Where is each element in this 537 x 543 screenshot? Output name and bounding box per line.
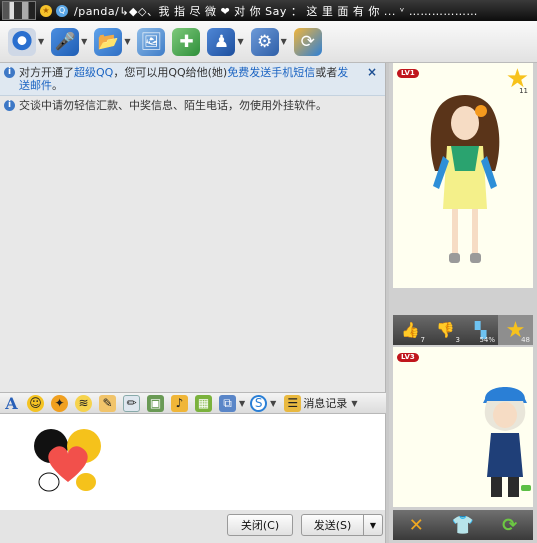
chevron-down-icon[interactable]: ▼: [124, 37, 130, 46]
thumbs-up-button[interactable]: 👍 7: [393, 315, 428, 345]
ratio-value: 54%: [479, 336, 495, 344]
notice-prefix: 对方开通了: [19, 66, 74, 79]
level-badge: LV1: [397, 69, 419, 78]
format-toolbar: A ☺ ✦ ≋ ✎ ✏ ▣ ♪ ▦ ⧉ ▼ S ▼ ☰ 消息记录 ▼: [0, 392, 386, 414]
photo-icon: 🖼: [137, 27, 166, 56]
star-count: 11: [519, 87, 528, 95]
toolbar: ▼ 🎤 ▼ 📂 ▼ 🖼 ✚ ♟ ▼ ⚙ ▼ ⟳: [0, 21, 537, 63]
chevron-down-icon[interactable]: ▼: [270, 399, 276, 408]
settings-button[interactable]: ⚙ ▼: [250, 27, 287, 56]
chevron-down-icon[interactable]: ▼: [81, 37, 87, 46]
contact-avatar-figure: [430, 95, 500, 263]
like-count: 7: [420, 336, 425, 344]
magic-emoticon-icon[interactable]: ✦: [51, 394, 68, 412]
rating-bar: 👍 7 👎 3 ▚ 54% ★ 48: [393, 315, 533, 345]
my-show-panel[interactable]: LV3: [393, 347, 533, 507]
file-transfer-icon: 📂: [94, 27, 123, 56]
emoticon-icon[interactable]: ☺: [27, 394, 44, 412]
security-notice-text: 交谈中请勿轻信汇款、中奖信息、陌生电话，勿使用外挂软件。: [19, 99, 327, 112]
title-bar: ★ Q /panda/↳◆◇、我 指 尽 微 ❤ 对 你 Say ： 这 里 面…: [0, 0, 537, 21]
show-sidebar: LV1 ★ 11 👍 7 👎 3 ▚ 54% ★ 48 LV3 ✕ 👕 ⟳: [389, 63, 537, 543]
chevron-down-icon: ▼: [369, 520, 377, 530]
contact-show-panel[interactable]: LV1 ★ 11: [393, 63, 533, 288]
font-icon[interactable]: A: [3, 394, 20, 413]
level-badge: LV3: [397, 353, 419, 362]
notice-suffix: 。: [52, 79, 63, 92]
soso-icon[interactable]: S: [250, 394, 268, 412]
info-icon: i: [4, 100, 15, 111]
free-sms-link[interactable]: 免费发送手机短信: [227, 66, 315, 79]
chevron-down-icon[interactable]: ▼: [239, 399, 245, 408]
security-notice: i 交谈中请勿轻信汇款、中奖信息、陌生电话，勿使用外挂软件。: [0, 96, 385, 115]
thumbs-up-icon: 👍: [401, 321, 420, 339]
contact-title: /panda/↳◆◇、我 指 尽 微 ❤ 对 你 Say ： 这 里 面 有 你…: [74, 4, 478, 18]
chevron-down-icon[interactable]: ▼: [38, 37, 44, 46]
shake-window-icon[interactable]: ≋: [75, 394, 92, 412]
microphone-icon: 🎤: [51, 27, 80, 56]
contact-avatar[interactable]: [2, 1, 36, 20]
close-button[interactable]: 关闭(C): [227, 514, 293, 536]
photo-button[interactable]: 🖼: [137, 27, 166, 56]
add-contact-icon: ✚: [172, 27, 201, 56]
close-x-icon[interactable]: ✕: [404, 513, 428, 537]
qq-icon: Q: [56, 4, 68, 17]
game-icon: ♟: [207, 27, 236, 56]
scribble-icon[interactable]: ✎: [99, 394, 116, 412]
refresh-icon[interactable]: ⟳: [498, 513, 522, 537]
clothes-icon[interactable]: 👕: [451, 513, 475, 537]
music-icon[interactable]: ♪: [171, 394, 188, 412]
star-button[interactable]: ★ 48: [498, 315, 533, 345]
webcam-icon: [8, 27, 36, 56]
doodle-icon[interactable]: ✏: [123, 394, 140, 412]
close-notice-icon[interactable]: ×: [367, 66, 377, 79]
notice-middle: ，您可以用QQ给他(她): [113, 66, 228, 79]
chevron-down-icon[interactable]: ▼: [281, 37, 287, 46]
couple-emoticon-image: [34, 429, 101, 492]
super-qq-link[interactable]: 超级QQ: [74, 66, 113, 79]
notice-text: 对方开通了超级QQ，您可以用QQ给他(她)免费发送手机短信或者发送邮件。: [19, 66, 359, 92]
chevron-down-icon: ▼: [351, 398, 358, 408]
remote-button[interactable]: ⟳: [293, 27, 322, 56]
star-icon: ★: [40, 4, 52, 17]
message-history-button[interactable]: ☰ 消息记录 ▼: [284, 394, 358, 412]
send-options-button[interactable]: ▼: [363, 514, 383, 536]
notice-conj: 或者: [315, 66, 338, 79]
screenshot-icon[interactable]: ⧉: [219, 394, 236, 412]
bottom-bar: 关闭(C) 发送(S) ▼: [0, 510, 386, 543]
image-icon[interactable]: ▣: [147, 394, 164, 412]
file-transfer-button[interactable]: 📂 ▼: [94, 27, 130, 56]
info-icon: i: [4, 67, 15, 78]
message-history-label: 消息记录: [303, 397, 348, 410]
thumbs-down-button[interactable]: 👎 3: [428, 315, 463, 345]
voice-button[interactable]: 🎤 ▼: [51, 27, 87, 56]
game-button[interactable]: ♟ ▼: [207, 27, 244, 56]
thumbs-down-icon: 👎: [436, 321, 455, 339]
show-actions-bar: ✕ 👕 ⟳: [393, 510, 533, 540]
star-total: 48: [521, 336, 530, 344]
chat-history[interactable]: i 对方开通了超级QQ，您可以用QQ给他(她)免费发送手机短信或者发送邮件。 ×…: [0, 63, 386, 392]
webcam-button[interactable]: ▼: [8, 27, 44, 56]
history-icon: ☰: [284, 394, 302, 412]
settings-icon: ⚙: [250, 27, 279, 56]
send-button[interactable]: 发送(S): [301, 514, 364, 536]
dislike-count: 3: [455, 336, 460, 344]
gift-icon[interactable]: ▦: [195, 394, 212, 412]
remote-icon: ⟳: [293, 27, 322, 56]
add-contact-button[interactable]: ✚: [172, 27, 201, 56]
ratio-button[interactable]: ▚ 54%: [463, 315, 498, 345]
message-input[interactable]: [0, 414, 386, 510]
my-avatar-figure: [483, 387, 531, 497]
chevron-down-icon[interactable]: ▼: [237, 37, 243, 46]
super-qq-notice: i 对方开通了超级QQ，您可以用QQ给他(她)免费发送手机短信或者发送邮件。 ×: [0, 63, 385, 96]
